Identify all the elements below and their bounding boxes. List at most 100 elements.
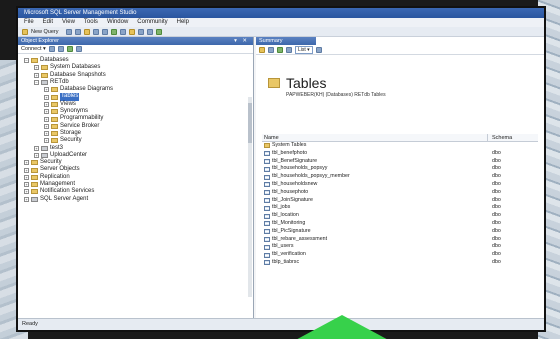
save-all-icon[interactable]: [101, 28, 108, 35]
disconnect-icon[interactable]: [57, 46, 64, 52]
expand-icon[interactable]: +: [24, 182, 29, 188]
expand-icon[interactable]: +: [24, 196, 29, 202]
object-explorer-icon[interactable]: [128, 28, 135, 35]
database-icon[interactable]: [65, 28, 72, 35]
tree-node[interactable]: + Views: [18, 101, 253, 108]
menu-item-tools[interactable]: Tools: [84, 18, 98, 27]
new-query-icon[interactable]: [22, 28, 28, 35]
activity-icon[interactable]: [110, 28, 117, 35]
scrollbar-thumb[interactable]: [248, 103, 252, 143]
expand-icon[interactable]: +: [44, 94, 49, 100]
up-folder-icon[interactable]: [259, 46, 265, 53]
tree-node[interactable]: + Security: [18, 137, 253, 144]
collapse-icon[interactable]: −: [24, 58, 29, 64]
menu-item-community[interactable]: Community: [137, 18, 167, 27]
tree-node[interactable]: + System Databases: [18, 64, 253, 71]
menu-item-edit[interactable]: Edit: [43, 18, 53, 27]
open-file-icon[interactable]: [83, 28, 90, 35]
expand-icon[interactable]: +: [34, 145, 39, 151]
menu-item-file[interactable]: File: [24, 18, 34, 27]
menu-item-window[interactable]: Window: [107, 18, 128, 27]
expand-icon[interactable]: +: [24, 189, 29, 195]
table-row[interactable]: tbl_rebare_assessment dbo: [262, 236, 538, 244]
tree-node-label[interactable]: RETdb: [50, 79, 69, 86]
collapse-icon[interactable]: −: [34, 80, 39, 86]
tree-node-label[interactable]: Tables: [60, 93, 80, 101]
expand-icon[interactable]: +: [34, 72, 39, 78]
table-row[interactable]: tbl_Monitoring dbo: [262, 220, 538, 228]
connect-icon[interactable]: [48, 46, 55, 52]
tree-node[interactable]: + Database Snapshots: [18, 72, 253, 79]
tree-node-label[interactable]: Notification Services: [40, 188, 94, 195]
tree-node-label[interactable]: Synonyms: [60, 108, 88, 115]
tree-node-label[interactable]: Databases: [40, 57, 69, 64]
table-row[interactable]: System Tables: [262, 142, 538, 150]
view-list-button[interactable]: List ▾: [295, 45, 313, 54]
expand-icon[interactable]: +: [44, 123, 49, 129]
menu-item-help[interactable]: Help: [177, 18, 189, 27]
tree-node[interactable]: + Synonyms: [18, 108, 253, 115]
expand-icon[interactable]: +: [34, 153, 39, 158]
table-row[interactable]: tbl_benefphoto dbo: [262, 150, 538, 158]
refresh-icon[interactable]: [277, 46, 283, 53]
tree-node-label[interactable]: Security: [60, 137, 82, 144]
panel-controls[interactable]: ▾ ✕: [234, 37, 249, 45]
tree-node[interactable]: + Notification Services: [18, 188, 253, 195]
expand-icon[interactable]: +: [24, 160, 29, 166]
table-row[interactable]: tbl_householdsnew dbo: [262, 181, 538, 189]
menu-item-view[interactable]: View: [62, 18, 75, 27]
tree-node-label[interactable]: Programmability: [60, 115, 103, 122]
tree-node-label[interactable]: Management: [40, 181, 75, 188]
tree-node-label[interactable]: SQL Server Agent: [40, 196, 88, 203]
properties-icon[interactable]: [146, 28, 153, 35]
tree-node-label[interactable]: Views: [60, 101, 76, 108]
expand-icon[interactable]: +: [44, 101, 49, 107]
table-row[interactable]: tbl_PicSignature dbo: [262, 228, 538, 236]
tree-node[interactable]: − Databases: [18, 57, 253, 64]
toolbox-icon[interactable]: [155, 28, 162, 35]
filter-icon[interactable]: [75, 46, 82, 52]
tree-node-label[interactable]: Storage: [60, 130, 81, 137]
tree-node[interactable]: + Database Diagrams: [18, 86, 253, 93]
table-row[interactable]: tbl_BenefSignature dbo: [262, 158, 538, 166]
tree-node-label[interactable]: Service Broker: [60, 123, 99, 130]
tree-node[interactable]: + Server Objects: [18, 166, 253, 173]
table-row[interactable]: tbl_housephoto dbo: [262, 189, 538, 197]
tree-node[interactable]: + Management: [18, 181, 253, 188]
expand-icon[interactable]: +: [44, 131, 49, 137]
expand-icon[interactable]: +: [44, 138, 49, 144]
table-row[interactable]: tblp_tiabrsc dbo: [262, 259, 538, 267]
new-query-button[interactable]: New Query: [31, 29, 59, 35]
column-schema-header[interactable]: Schema: [488, 134, 512, 141]
table-row[interactable]: tbl_JoinSignature dbo: [262, 197, 538, 205]
tree-node-label[interactable]: test3: [50, 145, 63, 152]
table-row[interactable]: tbl_households_popsyy_member dbo: [262, 173, 538, 181]
tree-node[interactable]: + Tables: [18, 93, 253, 101]
tree-node-label[interactable]: Security: [40, 159, 62, 166]
tree-node[interactable]: + SQL Server Agent: [18, 196, 253, 203]
open-icon[interactable]: [74, 28, 81, 35]
expand-icon[interactable]: +: [24, 167, 29, 173]
refresh-icon[interactable]: [66, 46, 73, 52]
table-row[interactable]: tbl_verification dbo: [262, 251, 538, 259]
tree-node[interactable]: + Security: [18, 159, 253, 166]
tree-node-label[interactable]: System Databases: [50, 64, 100, 71]
column-name-header[interactable]: Name: [262, 134, 488, 141]
tree-node[interactable]: + Programmability: [18, 115, 253, 122]
tree-node-label[interactable]: Database Snapshots: [50, 72, 106, 79]
save-icon[interactable]: [92, 28, 99, 35]
tree-node[interactable]: + test3: [18, 145, 253, 152]
sync-icon[interactable]: [268, 46, 274, 53]
expand-icon[interactable]: +: [34, 65, 39, 71]
expand-icon[interactable]: +: [44, 116, 49, 122]
table-row[interactable]: tbl_location dbo: [262, 212, 538, 220]
table-row[interactable]: tbl_users dbo: [262, 243, 538, 251]
table-row[interactable]: tbl_jobs dbo: [262, 204, 538, 212]
tree-node[interactable]: + Replication: [18, 174, 253, 181]
tab-summary[interactable]: Summary: [256, 37, 316, 45]
expand-icon[interactable]: +: [24, 174, 29, 180]
tree-node-label[interactable]: Server Objects: [40, 166, 80, 173]
tree-node-label[interactable]: UploadCenter: [50, 152, 87, 159]
connect-button[interactable]: Connect ▾: [21, 46, 46, 52]
tree-scrollbar[interactable]: [248, 97, 252, 297]
